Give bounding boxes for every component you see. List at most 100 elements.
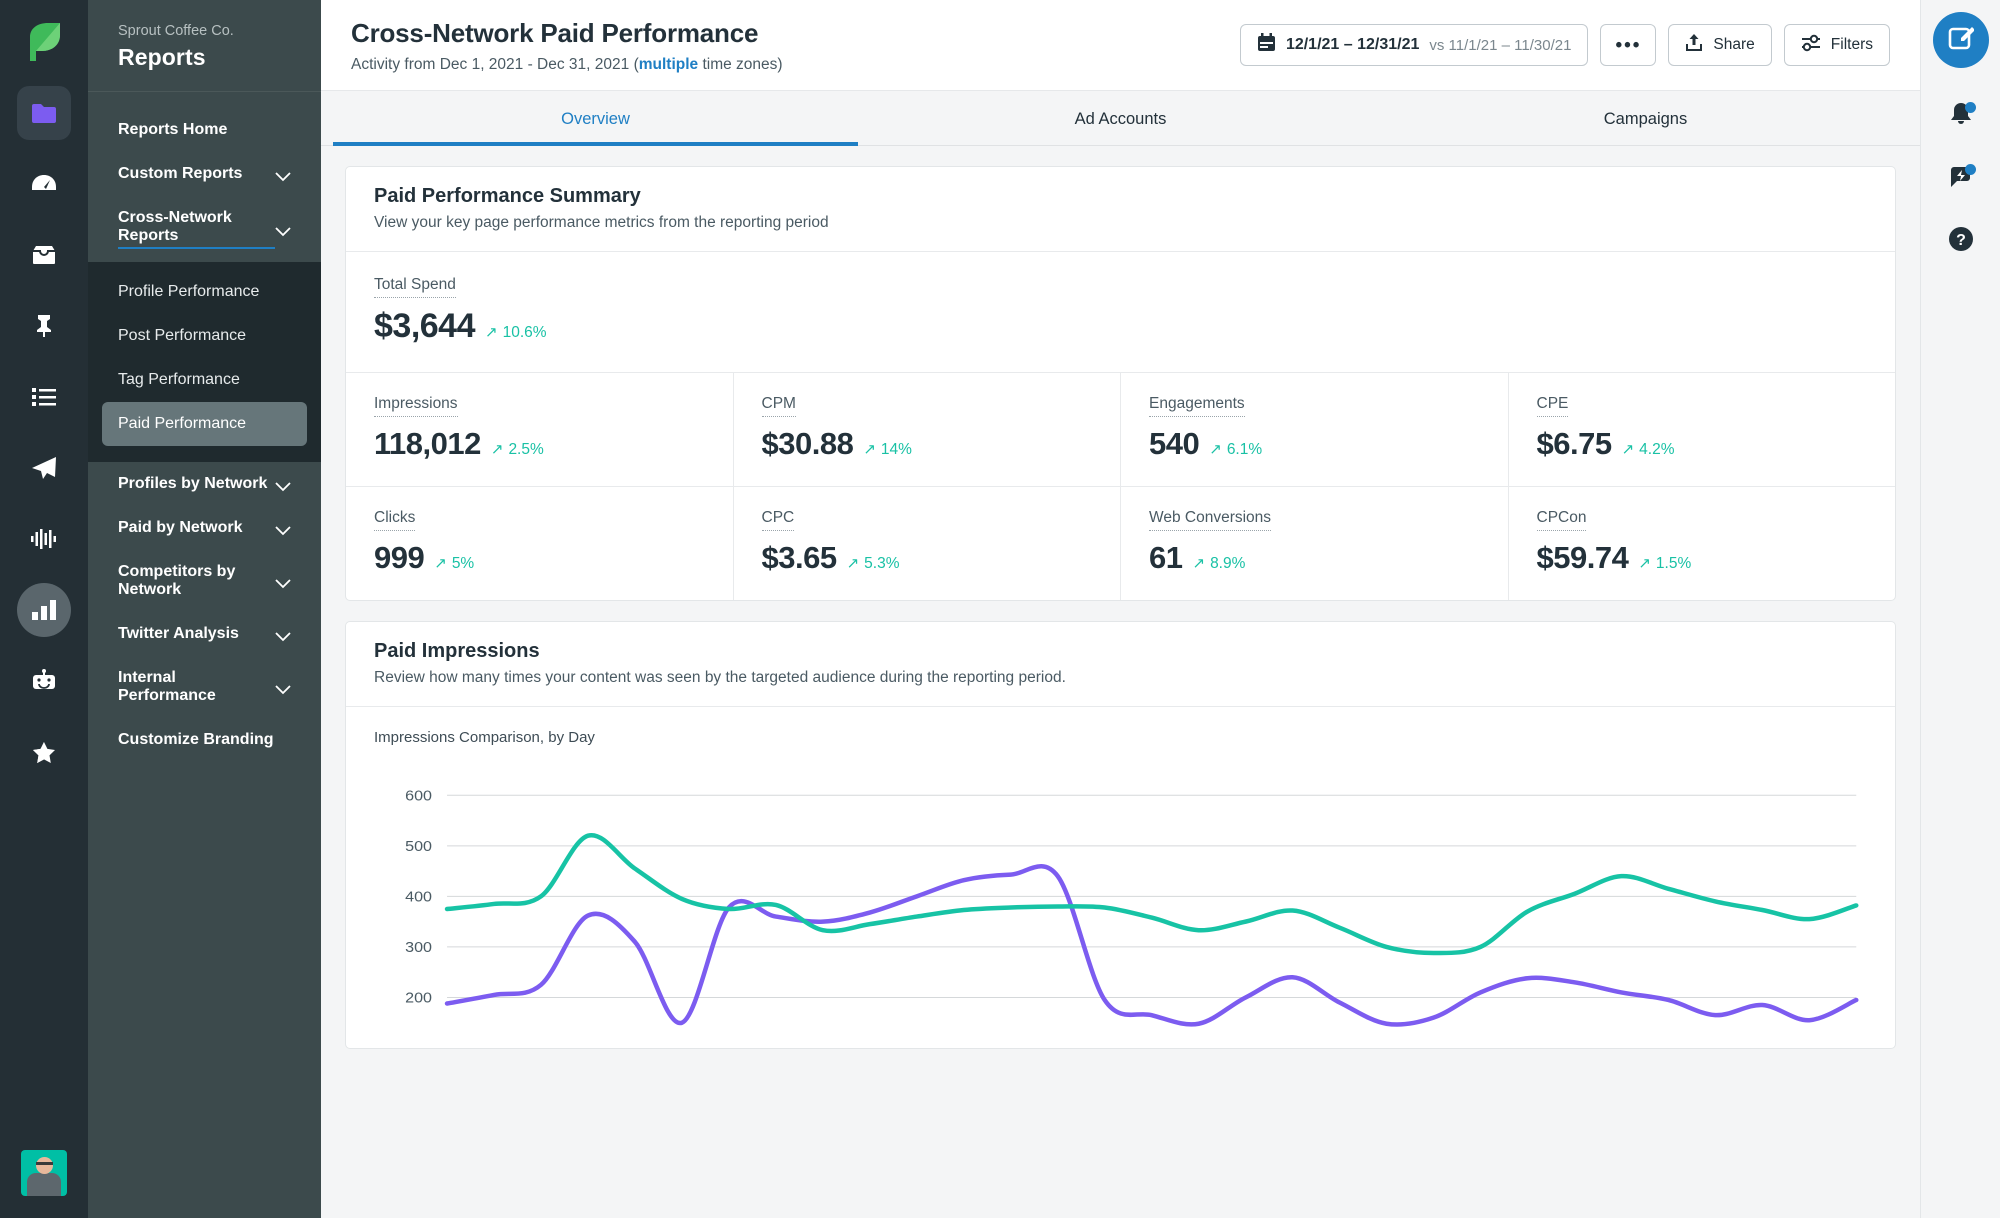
trend-up-arrow-icon: ↗ <box>434 556 447 571</box>
sidebar-item-label: Reports Home <box>118 121 227 139</box>
metric-delta-value: 8.9% <box>1210 555 1245 573</box>
sidebar-item-profile-performance[interactable]: Profile Performance <box>102 270 307 314</box>
metric-delta: ↗ 14% <box>863 441 912 459</box>
rail-item-bot[interactable] <box>17 654 71 708</box>
rail-item-dashboard[interactable] <box>17 157 71 211</box>
share-icon <box>1685 33 1703 57</box>
metric-cpm: CPM $30.88 ↗ 14% <box>734 373 1122 486</box>
main-content: Cross-Network Paid Performance Activity … <box>321 0 1920 1218</box>
y-axis-tick-label: 600 <box>405 788 432 804</box>
share-button[interactable]: Share <box>1668 24 1771 66</box>
notifications-button[interactable] <box>1934 90 1988 144</box>
metric-value: $6.75 <box>1537 426 1612 462</box>
date-range-picker[interactable]: 12/1/21 – 12/31/21 vs 11/1/21 – 11/30/21 <box>1240 24 1589 66</box>
sidebar-item-profiles-by-network[interactable]: Profiles by Network <box>88 462 321 506</box>
page-header: Cross-Network Paid Performance Activity … <box>321 0 1920 91</box>
chevron-down-icon <box>275 224 291 234</box>
paid-impressions-card: Paid Impressions Review how many times y… <box>345 621 1896 1049</box>
bot-icon <box>31 669 57 693</box>
help-button[interactable]: ? <box>1934 214 1988 268</box>
sidebar-item-internal-performance[interactable]: Internal Performance <box>88 656 321 718</box>
chevron-down-icon <box>275 479 291 489</box>
time-zones-link[interactable]: multiple <box>639 56 698 73</box>
sidebar-item-label: Twitter Analysis <box>118 625 239 643</box>
utility-rail: ? <box>1920 0 2000 1218</box>
tab-campaigns[interactable]: Campaigns <box>1383 91 1908 145</box>
rail-item-publishing[interactable] <box>17 441 71 495</box>
metric-label: Web Conversions <box>1149 509 1271 531</box>
rail-item-pinned[interactable] <box>17 299 71 353</box>
rail-item-lists[interactable] <box>17 370 71 424</box>
y-axis-tick-label: 200 <box>405 990 432 1006</box>
svg-text:?: ? <box>1956 232 1966 249</box>
metric-label: Clicks <box>374 509 415 531</box>
sidebar-item-custom-reports[interactable]: Custom Reports <box>88 152 321 196</box>
page-subtitle: Activity from Dec 1, 2021 - Dec 31, 2021… <box>351 56 783 74</box>
metric-value-row: 999 ↗ 5% <box>374 540 705 576</box>
report-scroll-area[interactable]: Paid Performance Summary View your key p… <box>321 146 1920 1218</box>
star-icon <box>32 741 56 764</box>
share-label: Share <box>1713 36 1754 54</box>
y-axis-tick-label: 500 <box>405 838 432 854</box>
rail-item-inbox[interactable] <box>17 228 71 282</box>
sidebar-item-tag-performance[interactable]: Tag Performance <box>102 358 307 402</box>
sidebar-item-label: Cross-Network Reports <box>118 209 275 249</box>
dashboard-gauge-icon <box>31 174 57 194</box>
date-range-value: 12/1/21 – 12/31/21 <box>1286 36 1419 54</box>
chart-series-line <box>447 835 1856 953</box>
chevron-down-icon <box>275 682 291 692</box>
sprout-leaf-logo[interactable] <box>15 14 73 72</box>
impressions-subtitle: Review how many times your content was s… <box>374 669 1867 687</box>
sidebar-item-post-performance[interactable]: Post Performance <box>102 314 307 358</box>
metric-total-spend: Total Spend $3,644 ↗ 10.6% <box>346 252 1895 373</box>
page-header-titles: Cross-Network Paid Performance Activity … <box>351 18 783 74</box>
metric-delta-value: 4.2% <box>1639 441 1674 459</box>
sidebar-item-label: Competitors by Network <box>118 563 275 599</box>
metric-delta-value: 14% <box>881 441 912 459</box>
metric-delta: ↗ 6.1% <box>1209 441 1262 459</box>
tab-overview[interactable]: Overview <box>333 91 858 145</box>
sidebar-item-label: Profiles by Network <box>118 475 267 493</box>
metric-value-row: $3,644 ↗ 10.6% <box>374 307 1867 346</box>
sidebar-item-cross-network-reports[interactable]: Cross-Network Reports <box>88 196 321 262</box>
sidebar-title: Reports <box>118 44 291 71</box>
avatar[interactable] <box>21 1150 67 1196</box>
metric-label: CPCon <box>1537 509 1587 531</box>
sidebar-item-reports-home[interactable]: Reports Home <box>88 108 321 152</box>
whats-new-button[interactable] <box>1934 152 1988 206</box>
avatar-head <box>36 1157 53 1174</box>
rail-item-favorites[interactable] <box>17 725 71 779</box>
page-header-actions: 12/1/21 – 12/31/21 vs 11/1/21 – 11/30/21… <box>1240 18 1890 66</box>
rail-item-reports[interactable] <box>17 583 71 637</box>
metric-delta: ↗ 8.9% <box>1192 555 1245 573</box>
summary-title: Paid Performance Summary <box>374 185 1867 208</box>
sidebar-item-paid-by-network[interactable]: Paid by Network <box>88 506 321 550</box>
date-compare-value: vs 11/1/21 – 11/30/21 <box>1429 37 1571 54</box>
metric-delta-value: 1.5% <box>1656 555 1691 573</box>
tab-ad-accounts[interactable]: Ad Accounts <box>858 91 1383 145</box>
sidebar-item-competitors-by-network[interactable]: Competitors by Network <box>88 550 321 612</box>
metric-delta-value: 5.3% <box>864 555 899 573</box>
metric-value-row: $6.75 ↗ 4.2% <box>1537 426 1868 462</box>
sidebar-item-customize-branding[interactable]: Customize Branding <box>88 718 321 762</box>
impressions-line-chart[interactable]: 200300400500600 <box>374 758 1867 1048</box>
filters-button[interactable]: Filters <box>1784 24 1890 66</box>
metric-label: Engagements <box>1149 395 1245 417</box>
sidebar-item-twitter-analysis[interactable]: Twitter Analysis <box>88 612 321 656</box>
metrics-row-2: Clicks 999 ↗ 5% CPC $3.65 <box>346 487 1895 600</box>
rail-item-listening[interactable] <box>17 512 71 566</box>
metric-delta: ↗ 2.5% <box>491 441 544 459</box>
more-options-button[interactable]: ••• <box>1600 24 1656 66</box>
trend-up-arrow-icon: ↗ <box>491 442 504 457</box>
rail-item-folder[interactable] <box>17 86 71 140</box>
metric-value-row: 540 ↗ 6.1% <box>1149 426 1480 462</box>
summary-card-header: Paid Performance Summary View your key p… <box>346 167 1895 252</box>
trend-up-arrow-icon: ↗ <box>847 556 860 571</box>
metric-delta: ↗ 10.6% <box>485 324 547 342</box>
filters-icon <box>1801 34 1821 57</box>
metric-value-row: $30.88 ↗ 14% <box>762 426 1093 462</box>
compose-button[interactable] <box>1933 12 1989 68</box>
sidebar-item-paid-performance[interactable]: Paid Performance <box>102 402 307 446</box>
metric-value-row: $3.65 ↗ 5.3% <box>762 540 1093 576</box>
impressions-chart-body: Impressions Comparison, by Day 200300400… <box>346 707 1895 1048</box>
